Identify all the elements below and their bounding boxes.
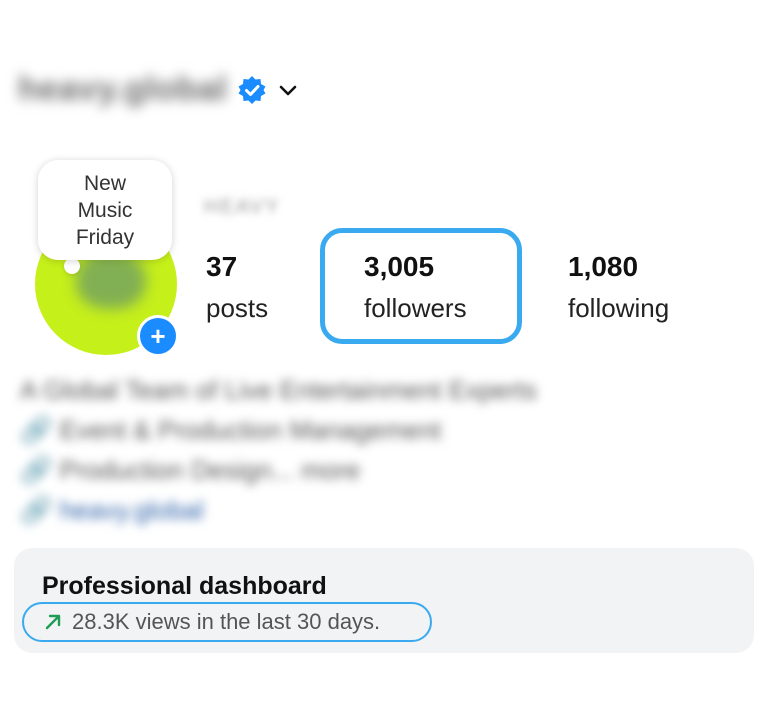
following-stat[interactable]: 1,080 following (568, 250, 669, 332)
following-label: following (568, 293, 670, 323)
following-count: 1,080 (568, 251, 639, 282)
posts-stat[interactable]: 37 posts (206, 250, 268, 332)
note-bubble[interactable]: New Music Friday (38, 160, 172, 260)
posts-label: posts (206, 293, 269, 323)
add-story-button[interactable]: + (137, 315, 179, 357)
profile-header: heavy.global (18, 70, 299, 109)
bio-line: A Global Team of Live Entertainment Expe… (20, 375, 537, 405)
followers-count: 3,005 (364, 251, 435, 282)
trend-up-arrow-icon (42, 611, 64, 633)
dashboard-subtitle: 28.3K views in the last 30 days. (72, 609, 381, 634)
verified-badge-icon (237, 75, 267, 105)
bio-link[interactable]: 🔗 heavy.global (20, 490, 537, 530)
profile-avatar-area[interactable]: New Music Friday + (35, 150, 188, 360)
posts-count: 37 (206, 251, 238, 282)
followers-label: followers (364, 293, 467, 323)
dashboard-views-summary[interactable]: 28.3K views in the last 30 days. (22, 602, 432, 642)
avatar-image (76, 253, 146, 309)
dashboard-title: Professional dashboard (42, 572, 327, 600)
plus-icon: + (150, 321, 166, 351)
followers-stat[interactable]: 3,005 followers (364, 250, 467, 332)
bio: A Global Team of Live Entertainment Expe… (20, 370, 537, 530)
chevron-down-icon[interactable] (277, 79, 299, 101)
bio-line: 🔗 Event & Production Management (20, 415, 442, 445)
note-bubble-tail (64, 258, 80, 274)
bio-line[interactable]: 🔗 Production Design... more (20, 450, 537, 490)
username[interactable]: heavy.global (18, 70, 227, 109)
note-line: New (83, 171, 126, 195)
display-name: HEAVY (204, 196, 281, 218)
note-line: Music (77, 198, 133, 222)
note-line: Friday (75, 225, 135, 249)
